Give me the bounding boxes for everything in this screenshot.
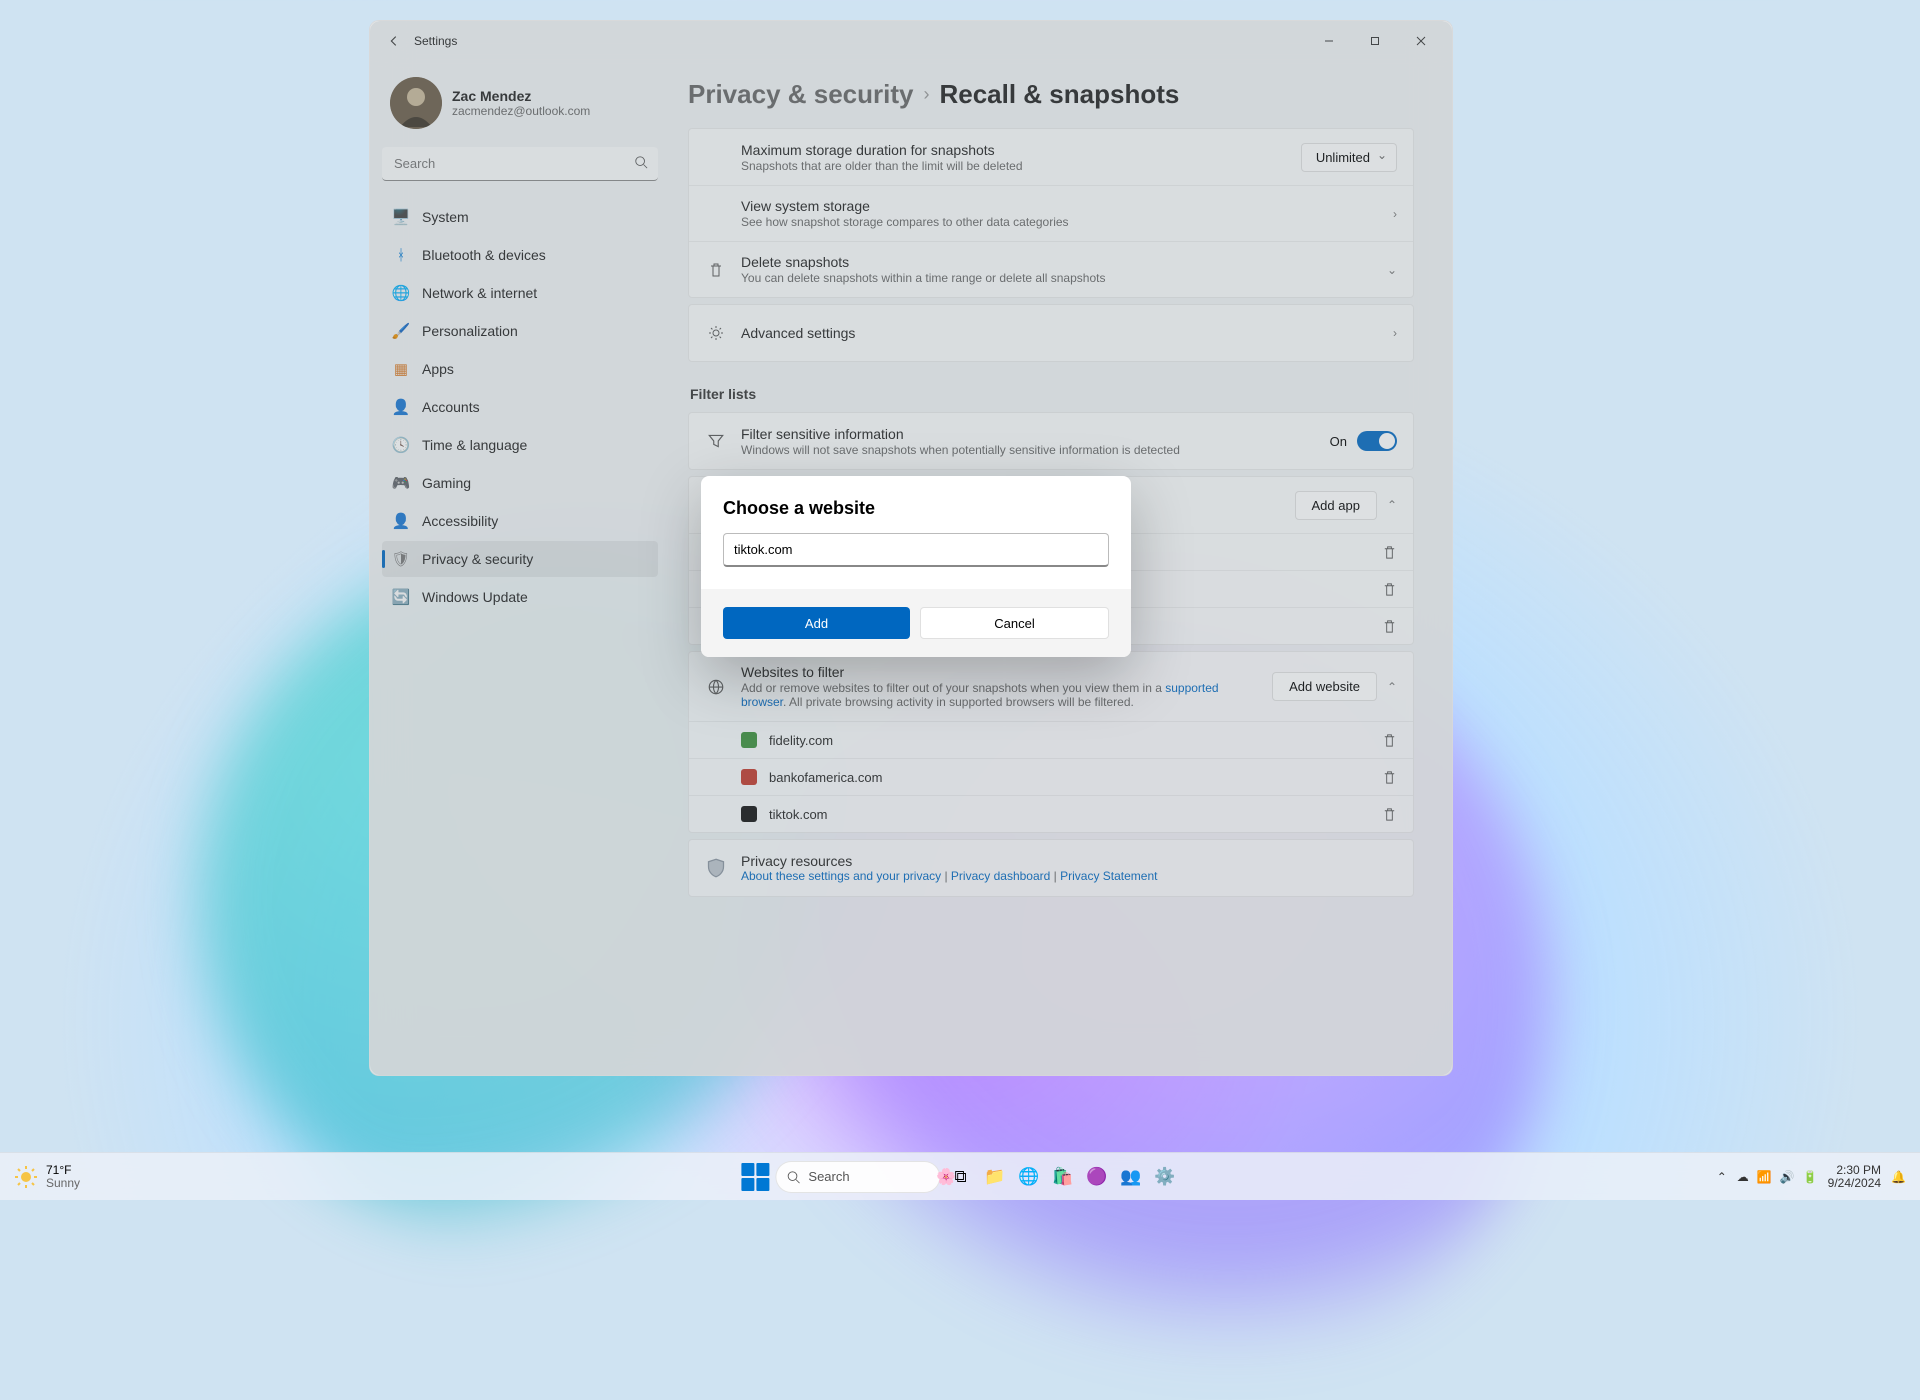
weather-widget[interactable]: 71°F Sunny [0, 1164, 80, 1190]
teams-icon[interactable]: 👥 [1117, 1163, 1145, 1191]
dialog-title: Choose a website [723, 498, 1109, 519]
taskbar-search[interactable]: Search 🌸 [775, 1161, 940, 1193]
clock[interactable]: 2:30 PM 9/24/2024 [1828, 1164, 1881, 1190]
weather-temp: 71°F [46, 1164, 80, 1177]
wifi-icon[interactable]: 📶 [1757, 1170, 1772, 1184]
sun-icon [14, 1165, 38, 1189]
tray-overflow-icon[interactable]: ⌃ [1717, 1170, 1727, 1184]
clock-time: 2:30 PM [1828, 1164, 1881, 1177]
taskbar: 71°F Sunny Search 🌸 ⧉ 📁 🌐 🛍️ 🟣 👥 ⚙️ ⌃ ☁ … [0, 1152, 1920, 1200]
volume-icon[interactable]: 🔊 [1780, 1170, 1795, 1184]
onedrive-icon[interactable]: ☁ [1737, 1170, 1749, 1184]
dialog-cancel-button[interactable]: Cancel [920, 607, 1109, 639]
choose-website-dialog: Choose a website Add Cancel [701, 476, 1131, 657]
system-tray[interactable]: ☁ 📶 🔊 🔋 [1737, 1170, 1818, 1184]
settings-taskbar-icon[interactable]: ⚙️ [1151, 1163, 1179, 1191]
edge-icon[interactable]: 🌐 [1015, 1163, 1043, 1191]
start-button[interactable] [741, 1163, 769, 1191]
battery-icon[interactable]: 🔋 [1803, 1170, 1818, 1184]
notifications-icon[interactable]: 🔔 [1891, 1170, 1906, 1184]
explorer-icon[interactable]: 📁 [981, 1163, 1009, 1191]
website-url-input[interactable] [723, 533, 1109, 567]
taskbar-search-label: Search [808, 1169, 849, 1184]
search-icon [786, 1170, 800, 1184]
settings-window: Settings Zac Mendez zacmendez@outlook.co… [369, 20, 1453, 1076]
store-icon[interactable]: 🛍️ [1049, 1163, 1077, 1191]
clock-date: 9/24/2024 [1828, 1177, 1881, 1190]
weather-cond: Sunny [46, 1177, 80, 1190]
dialog-add-button[interactable]: Add [723, 607, 910, 639]
copilot-icon[interactable]: 🟣 [1083, 1163, 1111, 1191]
